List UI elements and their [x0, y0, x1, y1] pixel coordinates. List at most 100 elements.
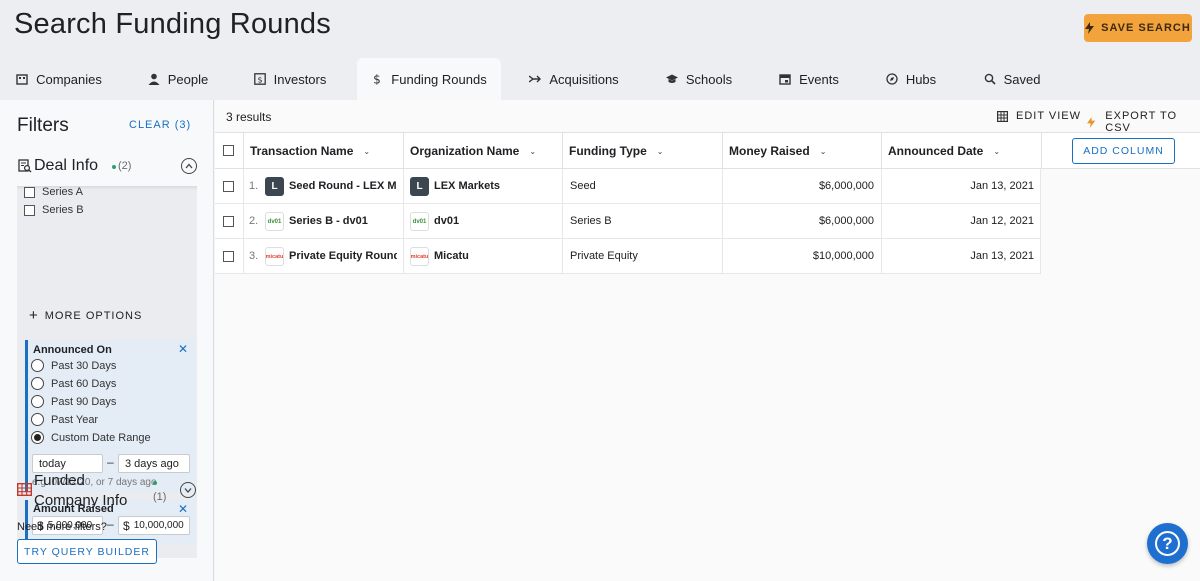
merge-arrow-icon — [529, 75, 542, 83]
radio-button[interactable] — [31, 395, 44, 408]
transaction-name-link[interactable]: Series B - dv01 — [289, 215, 397, 227]
column-header-announced-date[interactable]: Announced Date ⌄ — [881, 133, 1041, 169]
tab-acquisitions-label: Acquisitions — [549, 71, 619, 87]
money-raised-value: $6,000,000 — [818, 180, 874, 192]
row-number: 3. — [249, 250, 259, 262]
tab-companies[interactable]: Companies — [14, 58, 104, 100]
radio-button[interactable] — [31, 413, 44, 426]
radio-past-60-days[interactable]: Past 60 Days — [31, 377, 116, 390]
svg-text:$: $ — [373, 73, 381, 85]
range-dash: – — [107, 455, 114, 469]
chevron-down-icon[interactable]: ⌄ — [993, 147, 1000, 156]
lightning-icon — [1085, 22, 1095, 34]
clear-filters-link[interactable]: CLEAR (3) — [129, 119, 191, 131]
radio-button-selected[interactable] — [31, 431, 44, 444]
tab-saved[interactable]: Saved — [982, 58, 1042, 100]
help-button[interactable]: ? — [1147, 523, 1188, 564]
tab-funding-rounds[interactable]: $ Funding Rounds — [357, 58, 501, 100]
chevron-down-icon[interactable]: ⌄ — [657, 147, 664, 156]
transaction-name-link[interactable]: Private Equity Round... — [289, 250, 397, 262]
more-options-button[interactable]: + MORE OPTIONS — [29, 308, 142, 323]
organization-name-link[interactable]: LEX Markets — [434, 180, 500, 192]
building-icon — [16, 74, 28, 85]
table-row[interactable]: 3. micatu Private Equity Round... micatu… — [215, 239, 1041, 274]
add-column-button[interactable]: ADD COLUMN — [1072, 138, 1175, 164]
filters-sidebar: Filters CLEAR (3) Deal Info (2) Series A… — [0, 100, 214, 581]
tab-hubs[interactable]: Hubs — [884, 58, 938, 100]
table-row[interactable]: 1. L Seed Round - LEX M... L LEX Markets… — [215, 169, 1041, 204]
organization-name-link[interactable]: dv01 — [434, 215, 459, 227]
divider — [881, 239, 882, 274]
collapse-button[interactable] — [181, 158, 197, 174]
tab-acquisitions[interactable]: Acquisitions — [528, 58, 620, 100]
checkbox[interactable] — [24, 186, 35, 198]
radio-past-30-days[interactable]: Past 30 Days — [31, 359, 116, 372]
column-label: Funding Type — [569, 144, 647, 158]
row-number: 2. — [249, 215, 259, 227]
divider — [562, 169, 563, 204]
dv01-logo: dv01 — [265, 212, 284, 231]
svg-text:$: $ — [257, 75, 262, 84]
tab-investors[interactable]: $ Investors — [252, 58, 328, 100]
save-search-label: SAVE SEARCH — [1101, 22, 1191, 34]
tab-people-label: People — [167, 71, 209, 87]
filters-title: Filters — [17, 115, 69, 136]
column-header-funding-type[interactable]: Funding Type ⌄ — [562, 133, 722, 169]
export-csv-button[interactable]: EXPORT TO CSV — [1086, 110, 1200, 134]
chevron-down-icon[interactable]: ⌄ — [529, 147, 536, 156]
checkbox-label: Series A — [42, 186, 83, 198]
announced-on-title: Announced On — [33, 344, 112, 356]
deal-info-count: (2) — [118, 160, 132, 172]
radio-custom-date-range[interactable]: Custom Date Range — [31, 431, 151, 444]
radio-label: Past 30 Days — [51, 359, 117, 372]
column-header-transaction-name[interactable]: Transaction Name ⌄ — [243, 133, 403, 169]
save-search-button[interactable]: SAVE SEARCH — [1084, 14, 1192, 42]
radio-label: Custom Date Range — [51, 431, 151, 444]
chevron-down-icon[interactable]: ⌄ — [363, 147, 370, 156]
table-row[interactable]: 2. dv01 Series B - dv01 dv01 dv01 Series… — [215, 204, 1041, 239]
chevron-down-icon[interactable]: ⌄ — [820, 147, 827, 156]
organization-name-link[interactable]: Micatu — [434, 250, 469, 262]
tab-schools[interactable]: Schools — [664, 58, 734, 100]
checkbox-series-a[interactable]: Series A — [24, 186, 83, 198]
radio-past-year[interactable]: Past Year — [31, 413, 98, 426]
checkbox-series-b[interactable]: Series B — [24, 204, 84, 216]
amount-max-input[interactable]: $ 10,000,000 — [118, 516, 190, 535]
announced-date-value: Jan 13, 2021 — [970, 250, 1034, 262]
radio-button[interactable] — [31, 359, 44, 372]
edit-view-button[interactable]: EDIT VIEW — [997, 110, 1081, 122]
tab-events[interactable]: Events — [778, 58, 840, 100]
tab-people[interactable]: People — [146, 58, 210, 100]
row-checkbox[interactable] — [223, 251, 234, 262]
divider — [722, 239, 723, 274]
expand-button[interactable] — [180, 482, 196, 498]
chevron-up-icon — [185, 163, 193, 169]
query-builder-button[interactable]: TRY QUERY BUILDER — [17, 539, 157, 564]
checkbox[interactable] — [24, 204, 35, 216]
funded-company-header[interactable]: Funded Company Info (1) — [17, 470, 197, 512]
calendar-icon — [779, 74, 791, 85]
money-raised-value: $10,000,000 — [812, 250, 874, 262]
dollar-box-icon: $ — [253, 73, 266, 85]
row-checkbox[interactable] — [223, 216, 234, 227]
company-grid-icon — [17, 483, 32, 496]
edit-view-label: EDIT VIEW — [1016, 110, 1082, 122]
column-header-money-raised[interactable]: Money Raised ⌄ — [722, 133, 881, 169]
divider — [1040, 169, 1041, 204]
radio-past-90-days[interactable]: Past 90 Days — [31, 395, 116, 408]
row-checkbox[interactable] — [223, 181, 234, 192]
page-header: Search Funding Rounds SAVE SEARCH Compan… — [0, 0, 1200, 100]
close-icon[interactable]: ✕ — [178, 342, 188, 356]
transaction-name-link[interactable]: Seed Round - LEX M... — [289, 180, 397, 192]
need-more-filters-text: Need more filters? — [17, 521, 107, 533]
divider — [1040, 239, 1041, 274]
radio-button[interactable] — [31, 377, 44, 390]
column-header-organization-name[interactable]: Organization Name ⌄ — [403, 133, 562, 169]
tab-funding-rounds-label: Funding Rounds — [391, 71, 487, 87]
select-all-checkbox[interactable] — [223, 145, 234, 156]
funding-type-value: Seed — [570, 180, 596, 192]
deal-info-header[interactable]: Deal Info (2) — [17, 156, 197, 178]
range-dash: – — [107, 517, 114, 531]
lex-markets-logo: L — [410, 177, 429, 196]
compass-icon — [886, 73, 898, 85]
